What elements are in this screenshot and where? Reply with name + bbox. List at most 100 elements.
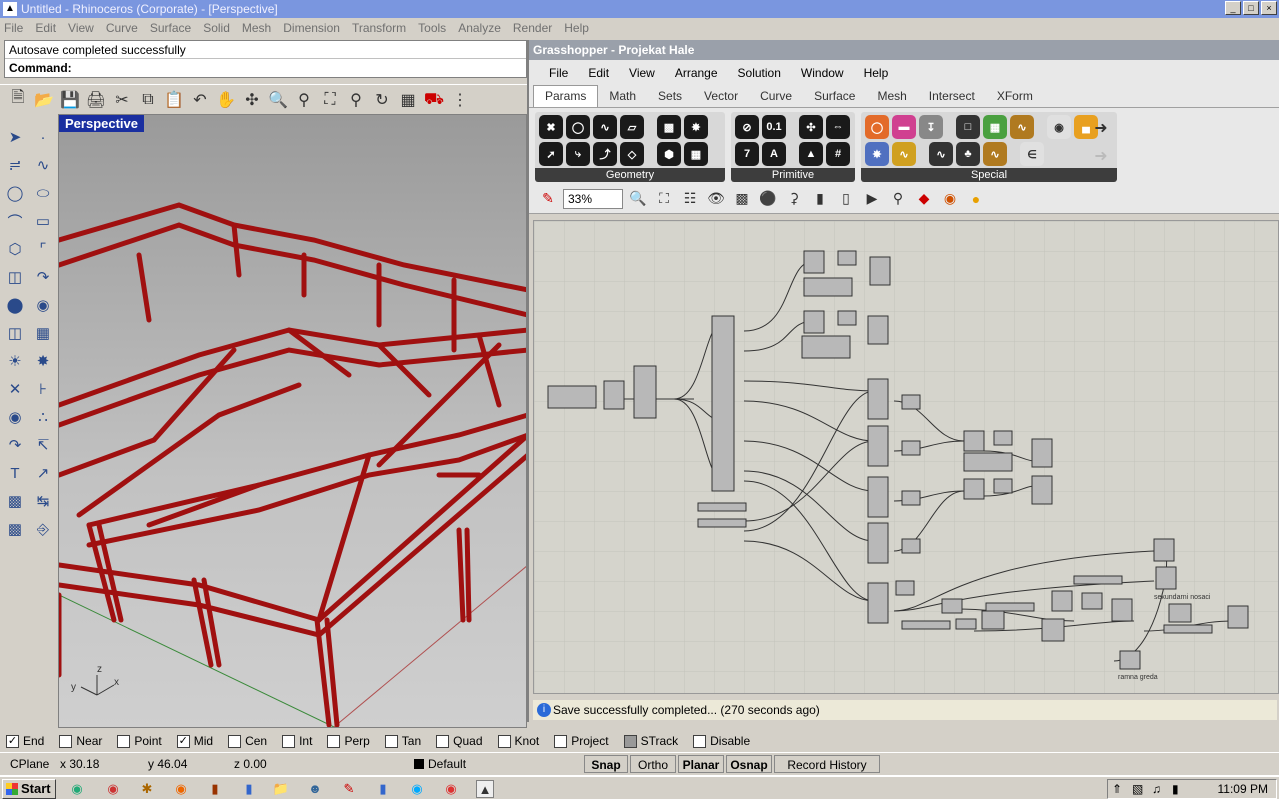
viewport-label[interactable]: Perspective <box>59 115 144 132</box>
param-field-icon[interactable]: ⤴ <box>593 142 617 166</box>
clock[interactable]: 11:09 PM <box>1218 782 1268 796</box>
gh-menu-help[interactable]: Help <box>864 66 889 80</box>
menu-render[interactable]: Render <box>513 21 552 35</box>
move-icon[interactable]: ↷ <box>2 432 28 458</box>
word-icon[interactable]: ▮ <box>240 780 258 798</box>
disable-icon[interactable]: ▮ <box>809 188 831 210</box>
gh-menu-arrange[interactable]: Arrange <box>675 66 718 80</box>
curve-icon[interactable]: ∿ <box>30 152 56 178</box>
menu-dimension[interactable]: Dimension <box>283 21 340 35</box>
layer-field[interactable]: Default <box>412 755 582 773</box>
skype-icon[interactable]: ◉ <box>408 780 426 798</box>
osnap-cen[interactable]: Cen <box>228 734 267 748</box>
param-grid-icon[interactable]: # <box>826 142 850 166</box>
checkbox-icon[interactable] <box>436 734 450 748</box>
image-sampler-icon[interactable]: ∿ <box>983 142 1007 166</box>
value-list-icon[interactable]: ↧ <box>919 115 943 139</box>
dimension-icon[interactable]: ↹ <box>30 488 56 514</box>
trim-icon[interactable]: ✕ <box>2 376 28 402</box>
tab-mesh[interactable]: Mesh <box>866 86 917 107</box>
rhino-task-icon[interactable]: ▲ <box>476 780 494 798</box>
perspective-viewport[interactable]: Perspective z y x <box>58 114 527 728</box>
explorer-icon[interactable]: 📁 <box>272 780 290 798</box>
gh-menu-window[interactable]: Window <box>801 66 844 80</box>
menu-edit[interactable]: Edit <box>35 21 56 35</box>
gh-menu-file[interactable]: File <box>549 66 568 80</box>
map-icon[interactable]: ☷ <box>679 188 701 210</box>
planar-pane[interactable]: Planar <box>678 755 724 773</box>
transform-icon[interactable]: ↸ <box>30 432 56 458</box>
osnap-point[interactable]: Point <box>117 734 162 748</box>
analysis-icon[interactable]: ⎆ <box>30 516 56 542</box>
toggle-icon[interactable]: ▬ <box>892 115 916 139</box>
checkbox-icon[interactable] <box>117 734 131 748</box>
light-icon[interactable]: ☀ <box>2 348 28 374</box>
close-button[interactable]: × <box>1261 1 1277 15</box>
osnap-perp[interactable]: Perp <box>327 734 370 748</box>
four-viewports-icon[interactable]: ▦ <box>396 88 420 112</box>
gradient-icon[interactable]: ▦ <box>983 115 1007 139</box>
new-file-icon[interactable]: 🗎 <box>6 88 30 112</box>
box-icon[interactable]: ⬤ <box>2 292 28 318</box>
param-curve-icon[interactable]: ∿ <box>593 115 617 139</box>
play-icon[interactable]: ▶ <box>861 188 883 210</box>
text-panel-icon[interactable]: ∈ <box>1020 142 1044 166</box>
checkbox-icon[interactable] <box>384 734 398 748</box>
cluster-icon[interactable]: ⚫ <box>757 188 779 210</box>
colour-ball-icon[interactable]: ◉ <box>939 188 961 210</box>
param-number-icon[interactable]: 0.1 <box>762 115 786 139</box>
start-button[interactable]: Start <box>2 779 56 799</box>
point-icon[interactable]: · <box>30 124 56 150</box>
menu-tools[interactable]: Tools <box>418 21 446 35</box>
tray-expand-icon[interactable]: ⇑ <box>1112 782 1122 796</box>
tree-icon[interactable]: ♣ <box>956 142 980 166</box>
grasshopper-canvas[interactable]: sekundarni nosaci ramna greda <box>533 220 1279 694</box>
group-icon[interactable]: ▩ <box>731 188 753 210</box>
cylinder-icon[interactable]: ◫ <box>2 320 28 346</box>
gh-menu-solution[interactable]: Solution <box>738 66 781 80</box>
checkbox-icon[interactable] <box>623 734 637 748</box>
open-folder-icon[interactable]: 📂 <box>32 88 56 112</box>
param-brep-icon[interactable]: ⬢ <box>657 142 681 166</box>
tab-curve[interactable]: Curve <box>749 86 803 107</box>
osnap-project[interactable]: Project <box>554 734 609 748</box>
slider-icon[interactable]: ◯ <box>865 115 889 139</box>
array-icon[interactable]: ∴ <box>30 404 56 430</box>
quicklaunch-media-icon[interactable]: ◉ <box>104 780 122 798</box>
network-icon[interactable]: ▧ <box>1132 782 1143 796</box>
lock-icon[interactable]: ⚲ <box>887 188 909 210</box>
menu-solid[interactable]: Solid <box>203 21 230 35</box>
osnap-mid[interactable]: ✓ Mid <box>176 734 213 748</box>
menu-analyze[interactable]: Analyze <box>458 21 501 35</box>
zoom-icon[interactable]: 🔍 <box>266 88 290 112</box>
tab-surface[interactable]: Surface <box>803 86 866 107</box>
record-history-pane[interactable]: Record History <box>774 755 880 773</box>
egg-icon[interactable]: ● <box>965 188 987 210</box>
circle-icon[interactable]: ◯ <box>2 180 28 206</box>
pan-hand-icon[interactable]: ✋ <box>214 88 238 112</box>
sketch-pen-icon[interactable]: ✎ <box>537 188 559 210</box>
menu-transform[interactable]: Transform <box>352 21 406 35</box>
command-prompt[interactable]: Command: <box>5 59 526 77</box>
preview-eye-icon[interactable]: 👁 <box>705 188 727 210</box>
cut-icon[interactable]: ✂ <box>110 88 134 112</box>
param-point-icon[interactable]: ✖ <box>539 115 563 139</box>
pen-tool-icon[interactable]: ✎ <box>340 780 358 798</box>
osnap-quad[interactable]: Quad <box>436 734 483 748</box>
bake-icon[interactable]: ◆ <box>913 188 935 210</box>
volume-icon[interactable]: ♫ <box>1152 782 1161 796</box>
osnap-knot[interactable]: Knot <box>497 734 539 748</box>
revolve-icon[interactable]: ↷ <box>30 264 56 290</box>
preview-off-icon[interactable]: ▯ <box>835 188 857 210</box>
quicklaunch-tool-icon[interactable]: ✱ <box>138 780 156 798</box>
firefox-icon[interactable]: ◉ <box>172 780 190 798</box>
checkbox-checked-icon[interactable]: ✓ <box>6 734 19 748</box>
osnap-near[interactable]: Near <box>59 734 102 748</box>
param-line-icon[interactable]: ⤷ <box>566 142 590 166</box>
render-car-icon[interactable]: ⛟ <box>422 88 446 112</box>
tab-math[interactable]: Math <box>598 86 647 107</box>
osnap-int[interactable]: Int <box>282 734 312 748</box>
save-icon[interactable]: 💾 <box>58 88 82 112</box>
zoom-window-icon[interactable]: ⚲ <box>292 88 316 112</box>
bar-graph-icon[interactable]: □ <box>956 115 980 139</box>
